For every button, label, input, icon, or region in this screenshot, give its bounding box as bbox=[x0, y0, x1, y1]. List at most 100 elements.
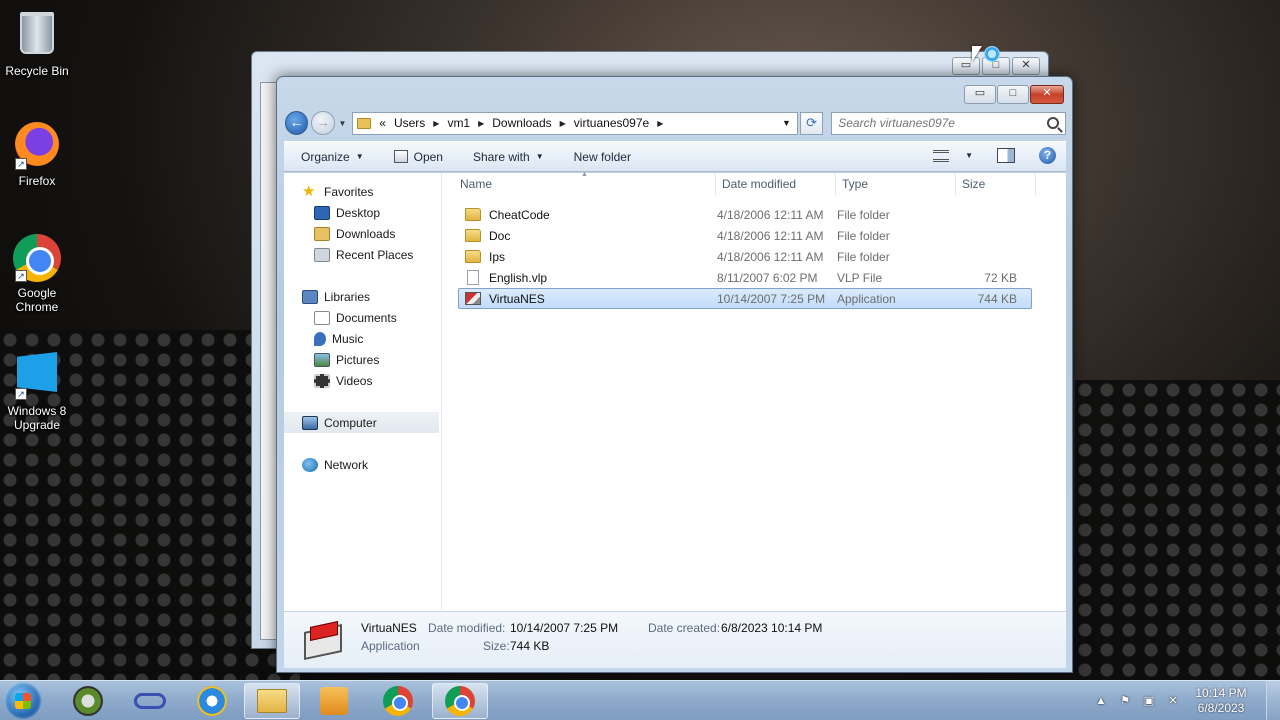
taskbar-chrome[interactable] bbox=[370, 683, 426, 719]
desktop-icon-label: Windows 8 Upgrade bbox=[7, 404, 67, 432]
breadcrumb-item[interactable]: Users bbox=[394, 116, 425, 130]
nav-label: Music bbox=[332, 331, 364, 346]
nav-label: Videos bbox=[336, 373, 373, 388]
organize-button[interactable]: Organize ▼ bbox=[301, 150, 364, 164]
file-name: Doc bbox=[489, 228, 511, 243]
file-type: VLP File bbox=[837, 270, 883, 285]
breadcrumb-chevron-icon[interactable]: ▶ bbox=[657, 119, 663, 128]
column-header-size[interactable]: Size bbox=[956, 173, 1036, 196]
breadcrumb-chevron-icon[interactable]: ▶ bbox=[478, 119, 484, 128]
taskbar-windows-explorer[interactable] bbox=[244, 683, 300, 719]
taskbar-app-g[interactable] bbox=[60, 683, 116, 719]
windows8-icon bbox=[17, 352, 57, 392]
search-icon[interactable] bbox=[1047, 117, 1060, 129]
desktop-icon-firefox[interactable]: ↗ Firefox bbox=[1, 120, 73, 188]
nav-computer[interactable]: Computer bbox=[284, 412, 439, 433]
breadcrumb-chevron-icon[interactable]: ▶ bbox=[560, 119, 566, 128]
file-row[interactable]: CheatCode 4/18/2006 12:11 AM File folder bbox=[458, 204, 1032, 225]
search-input[interactable] bbox=[838, 116, 1048, 130]
file-icon bbox=[467, 270, 479, 285]
taskbar-internet-explorer[interactable] bbox=[184, 683, 240, 719]
nav-label: Recent Places bbox=[336, 247, 414, 262]
change-view-icon[interactable] bbox=[933, 149, 950, 162]
back-button[interactable]: ← bbox=[285, 111, 309, 135]
file-date: 4/18/2006 12:11 AM bbox=[717, 249, 824, 264]
nav-music[interactable]: Music bbox=[284, 328, 441, 349]
file-row[interactable]: Ips 4/18/2006 12:11 AM File folder bbox=[458, 246, 1032, 267]
desktop-icon-label: Google Chrome bbox=[15, 286, 59, 314]
column-header-type[interactable]: Type bbox=[836, 173, 956, 196]
column-header-name[interactable]: Name bbox=[443, 173, 716, 196]
file-row-selected[interactable]: VirtuaNES 10/14/2007 7:25 PM Application… bbox=[458, 288, 1032, 309]
open-icon bbox=[393, 150, 408, 163]
taskbar-app-infinity[interactable] bbox=[122, 683, 178, 719]
network-status-icon[interactable]: ▣ bbox=[1142, 694, 1156, 708]
column-header-date[interactable]: Date modified bbox=[716, 173, 836, 196]
nav-favorites[interactable]: ★ Favorites bbox=[284, 181, 441, 202]
share-with-button[interactable]: Share with ▼ bbox=[473, 150, 544, 164]
details-file-type: Application bbox=[361, 639, 420, 653]
nav-network[interactable]: Network bbox=[284, 454, 441, 475]
nav-label: Favorites bbox=[324, 184, 374, 199]
close-button[interactable]: ✕ bbox=[1030, 85, 1064, 104]
show-hidden-icons-icon[interactable]: ▲ bbox=[1094, 694, 1108, 708]
taskbar-media-player[interactable] bbox=[306, 683, 362, 719]
breadcrumb-chevron-icon[interactable]: ▶ bbox=[433, 119, 439, 128]
nav-downloads[interactable]: Downloads bbox=[284, 223, 441, 244]
nav-documents[interactable]: Documents bbox=[284, 307, 441, 328]
address-dropdown-icon[interactable]: ▼ bbox=[782, 118, 791, 128]
help-icon[interactable]: ? bbox=[1039, 147, 1056, 164]
nav-videos[interactable]: Videos bbox=[284, 370, 441, 391]
clock-time: 10:14 PM bbox=[1195, 686, 1247, 700]
breadcrumb-item[interactable]: virtuanes097e bbox=[574, 116, 649, 130]
nav-desktop[interactable]: Desktop bbox=[284, 202, 441, 223]
navigation-pane: ★ Favorites Desktop Downloads Recent Pla… bbox=[284, 173, 442, 610]
address-bar[interactable]: « Users ▶ vm1 ▶ Downloads ▶ virtuanes097… bbox=[352, 111, 798, 135]
bg-close-button[interactable]: ✕ bbox=[1012, 57, 1040, 75]
file-row[interactable]: English.vlp 8/11/2007 6:02 PM VLP File 7… bbox=[458, 267, 1032, 288]
desktop-icon-recycle-bin[interactable]: Recycle Bin bbox=[1, 8, 73, 78]
taskbar: ▲ ⚑ ▣ ✕ 10:14 PM 6/8/2023 bbox=[0, 680, 1280, 720]
nav-pictures[interactable]: Pictures bbox=[284, 349, 441, 370]
network-icon bbox=[302, 457, 318, 472]
nav-label: Downloads bbox=[336, 226, 396, 241]
open-button[interactable]: Open bbox=[393, 150, 443, 164]
command-bar: Organize ▼ Open Share with ▼ New folder … bbox=[284, 141, 1066, 172]
clock-date: 6/8/2023 bbox=[1197, 701, 1245, 715]
action-center-flag-icon[interactable]: ⚑ bbox=[1118, 694, 1132, 708]
desktop-icon-chrome[interactable]: ↗ Google Chrome bbox=[1, 234, 73, 314]
taskbar-chrome-active[interactable] bbox=[432, 683, 488, 719]
column-headers: ▲ Name Date modified Type Size bbox=[443, 171, 1066, 196]
clock[interactable]: 10:14 PM 6/8/2023 bbox=[1190, 686, 1252, 716]
shortcut-arrow-icon: ↗ bbox=[15, 158, 27, 170]
minimize-button[interactable]: ▭ bbox=[964, 85, 996, 104]
nav-libraries[interactable]: Libraries bbox=[284, 286, 441, 307]
refresh-button[interactable]: ⟳ bbox=[799, 111, 824, 135]
start-button[interactable] bbox=[4, 682, 42, 720]
folder-icon bbox=[465, 250, 481, 263]
computer-icon bbox=[302, 415, 318, 430]
volume-muted-icon[interactable]: ✕ bbox=[1166, 694, 1180, 708]
videos-icon bbox=[314, 373, 330, 388]
recent-pages-dropdown[interactable]: ▼ bbox=[337, 119, 349, 128]
explorer-window[interactable]: ▭ □ ✕ ← → ▼ « Users ▶ vm1 ▶ Downloads ▶ … bbox=[276, 76, 1073, 673]
details-pane: VirtuaNES Application Date modified: 10/… bbox=[284, 611, 1066, 668]
details-date-created: 6/8/2023 10:14 PM bbox=[721, 621, 823, 635]
search-box[interactable] bbox=[831, 111, 1067, 135]
maximize-button[interactable]: □ bbox=[997, 85, 1029, 104]
system-tray: ▲ ⚑ ▣ ✕ 10:14 PM 6/8/2023 bbox=[1094, 681, 1280, 720]
preview-pane-icon[interactable] bbox=[997, 148, 1015, 163]
view-options-dropdown-icon[interactable]: ▼ bbox=[965, 151, 973, 160]
forward-button[interactable]: → bbox=[311, 111, 335, 135]
breadcrumb-item[interactable]: vm1 bbox=[447, 116, 470, 130]
file-name: VirtuaNES bbox=[489, 291, 545, 306]
file-row[interactable]: Doc 4/18/2006 12:11 AM File folder bbox=[458, 225, 1032, 246]
show-desktop-button[interactable] bbox=[1266, 681, 1280, 720]
chevron-down-icon: ▼ bbox=[355, 152, 364, 161]
shortcut-arrow-icon: ↗ bbox=[15, 270, 27, 282]
new-folder-button[interactable]: New folder bbox=[574, 150, 631, 164]
breadcrumb-overflow[interactable]: « bbox=[379, 116, 386, 130]
nav-recent-places[interactable]: Recent Places bbox=[284, 244, 441, 265]
desktop-icon-windows8-upgrade[interactable]: ↗ Windows 8 Upgrade bbox=[1, 348, 73, 432]
breadcrumb-item[interactable]: Downloads bbox=[492, 116, 551, 130]
